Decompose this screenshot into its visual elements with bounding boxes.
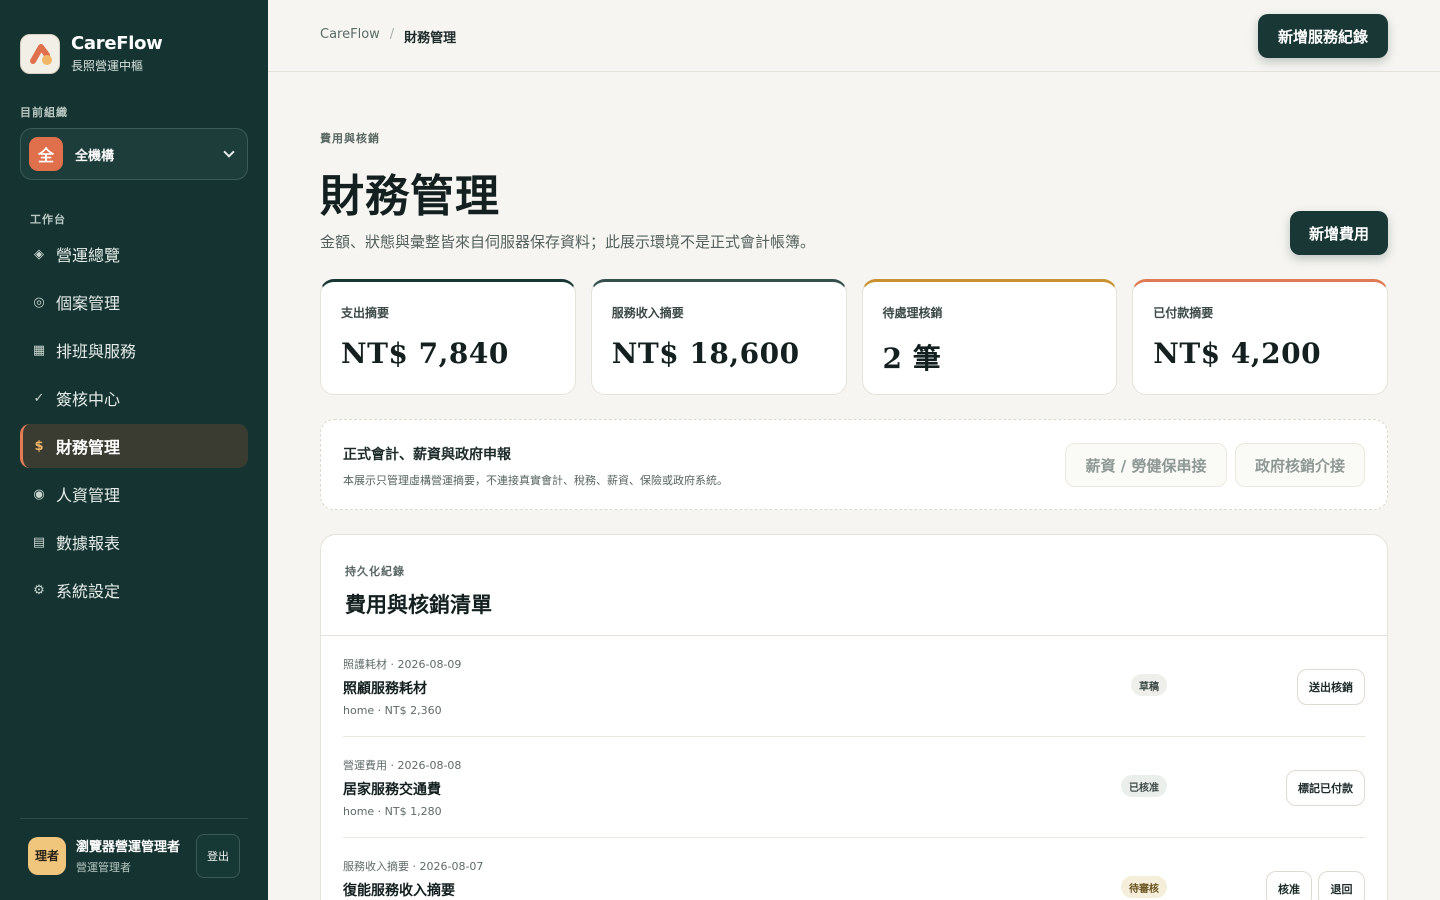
- row-meta: 營運費用 · 2026-08-08: [343, 759, 462, 772]
- stat-label: 服務收入摘要: [611, 306, 684, 320]
- sidebar-divider: [20, 818, 248, 819]
- table-row: 服務收入摘要 · 2026-08-07 復能服務收入摘要 待審核 核准 退回: [343, 838, 1365, 900]
- page-eyebrow: 費用與核銷: [320, 132, 380, 145]
- government-integration-button[interactable]: 政府核銷介接: [1235, 443, 1365, 487]
- nav-label: 工作台: [30, 213, 66, 226]
- org-label: 目前組織: [20, 106, 68, 119]
- sidebar-item-label: 系統設定: [56, 582, 121, 601]
- expense-list-card: 持久化紀錄 費用與核銷清單 照護耗材 · 2026-08-09 照顧服務耗材 h…: [320, 534, 1388, 900]
- stat-value: NT$ 7,840: [341, 337, 509, 370]
- integration-notice: 正式會計、薪資與政府申報 本展示只管理虛構營運摘要，不連接真實會計、稅務、薪資、…: [320, 419, 1388, 510]
- sidebar-nav: ◈ 營運總覽 ◎ 個案管理 ▦ 排班與服務 ✓ 簽核中心 $ 財務管理 ◉ 人資…: [20, 232, 248, 616]
- reject-button[interactable]: 退回: [1318, 871, 1365, 900]
- careflow-logo-icon: [20, 34, 60, 74]
- sidebar-item-label: 財務管理: [56, 438, 121, 457]
- table-row: 照護耗材 · 2026-08-09 照顧服務耗材 home · NT$ 2,36…: [343, 636, 1365, 737]
- calendar-icon: ▦: [32, 342, 46, 358]
- stat-value: NT$ 18,600: [611, 337, 800, 370]
- list-eyebrow: 持久化紀錄: [345, 565, 405, 578]
- report-icon: ▤: [32, 534, 46, 550]
- breadcrumb: CareFlow / 財務管理: [320, 27, 456, 46]
- row-meta: 服務收入摘要 · 2026-08-07: [343, 860, 484, 873]
- stat-value: NT$ 4,200: [1153, 337, 1322, 370]
- table-row: 營運費用 · 2026-08-08 居家服務交通費 home · NT$ 1,2…: [343, 737, 1365, 838]
- page-description: 金額、狀態與彙整皆來自伺服器保存資料；此展示環境不是正式會計帳簿。: [320, 233, 816, 251]
- page-title: 財務管理: [320, 171, 500, 222]
- sidebar-item-approvals[interactable]: ✓ 簽核中心: [20, 376, 248, 420]
- sidebar-item-label: 個案管理: [56, 294, 121, 313]
- stat-card-revenue: 服務收入摘要 NT$ 18,600: [590, 279, 847, 395]
- target-icon: ◎: [33, 294, 45, 310]
- notice-title: 正式會計、薪資與政府申報: [343, 447, 511, 463]
- brand[interactable]: CareFlow 長照營運中樞: [20, 33, 163, 75]
- sidebar-item-hr[interactable]: ◉ 人資管理: [20, 472, 248, 516]
- payroll-integration-button[interactable]: 薪資 / 勞健保串接: [1065, 443, 1227, 487]
- stat-card-expense: 支出摘要 NT$ 7,840: [320, 279, 576, 395]
- sidebar-item-scheduling[interactable]: ▦ 排班與服務: [20, 328, 248, 372]
- row-title: 照顧服務耗材: [343, 681, 427, 697]
- sidebar-item-reports[interactable]: ▤ 數據報表: [20, 520, 248, 564]
- stat-value: 2 筆: [882, 342, 942, 375]
- user-role: 營運管理者: [76, 861, 131, 874]
- row-title: 復能服務收入摘要: [343, 883, 455, 899]
- sidebar: CareFlow 長照營運中樞 目前組織 全 全機構 工作台 ◈ 營運總覽 ◎ …: [0, 0, 268, 900]
- sidebar-item-label: 數據報表: [56, 534, 121, 553]
- chevron-down-icon: [223, 146, 235, 158]
- user-name: 瀏覽器營運管理者: [76, 840, 181, 855]
- status-badge: 待審核: [1121, 876, 1167, 898]
- sidebar-item-finance[interactable]: $ 財務管理: [20, 424, 248, 468]
- brand-subtitle: 長照營運中樞: [71, 59, 144, 73]
- stats-row: 支出摘要 NT$ 7,840 服務收入摘要 NT$ 18,600 待處理核銷 2…: [320, 279, 1388, 395]
- row-meta: 照護耗材 · 2026-08-09: [343, 658, 462, 671]
- sidebar-item-overview[interactable]: ◈ 營運總覽: [20, 232, 248, 276]
- sidebar-item-label: 排班與服務: [56, 342, 137, 361]
- user-profile: 理者 瀏覽器營運管理者 營運管理者: [28, 836, 188, 875]
- new-expense-button[interactable]: 新增費用: [1290, 211, 1388, 255]
- approve-button[interactable]: 核准: [1266, 871, 1312, 900]
- org-avatar: 全: [29, 137, 63, 171]
- gear-icon: ⚙: [33, 582, 45, 598]
- row-title: 居家服務交通費: [343, 782, 441, 798]
- notice-description: 本展示只管理虛構營運摘要，不連接真實會計、稅務、薪資、保險或政府系統。: [343, 474, 728, 487]
- topbar: CareFlow / 財務管理 新增服務紀錄: [268, 0, 1440, 72]
- check-icon: ✓: [33, 390, 45, 406]
- sidebar-item-label: 人資管理: [56, 486, 121, 505]
- person-icon: ◉: [33, 486, 45, 502]
- diamond-icon: ◈: [34, 246, 44, 262]
- logout-button[interactable]: 登出: [196, 834, 240, 878]
- dollar-icon: $: [34, 438, 44, 454]
- org-name: 全機構: [75, 148, 115, 164]
- sidebar-item-settings[interactable]: ⚙ 系統設定: [20, 568, 248, 612]
- stat-label: 待處理核銷: [882, 306, 943, 320]
- org-select[interactable]: 全 全機構: [20, 128, 248, 180]
- mark-paid-button[interactable]: 標記已付款: [1286, 770, 1365, 806]
- brand-name: CareFlow: [71, 33, 163, 54]
- row-subtitle: home · NT$ 1,280: [343, 805, 442, 818]
- stat-label: 支出摘要: [341, 306, 390, 320]
- stat-card-pending: 待處理核銷 2 筆: [861, 279, 1118, 395]
- sidebar-item-label: 簽核中心: [56, 390, 121, 409]
- breadcrumb-separator: /: [389, 27, 395, 42]
- avatar: 理者: [28, 836, 66, 875]
- submit-reimbursement-button[interactable]: 送出核銷: [1297, 669, 1365, 705]
- breadcrumb-root[interactable]: CareFlow: [320, 27, 380, 46]
- breadcrumb-current: 財務管理: [404, 31, 457, 46]
- stat-card-paid: 已付款摘要 NT$ 4,200: [1132, 279, 1388, 395]
- status-badge: 草稿: [1131, 674, 1167, 696]
- new-service-record-button[interactable]: 新增服務紀錄: [1258, 14, 1388, 58]
- stat-label: 已付款摘要: [1153, 306, 1214, 320]
- sidebar-item-label: 營運總覽: [56, 246, 121, 265]
- status-badge: 已核准: [1121, 775, 1167, 797]
- list-title: 費用與核銷清單: [345, 592, 492, 617]
- row-subtitle: home · NT$ 2,360: [343, 704, 442, 717]
- sidebar-item-cases[interactable]: ◎ 個案管理: [20, 280, 248, 324]
